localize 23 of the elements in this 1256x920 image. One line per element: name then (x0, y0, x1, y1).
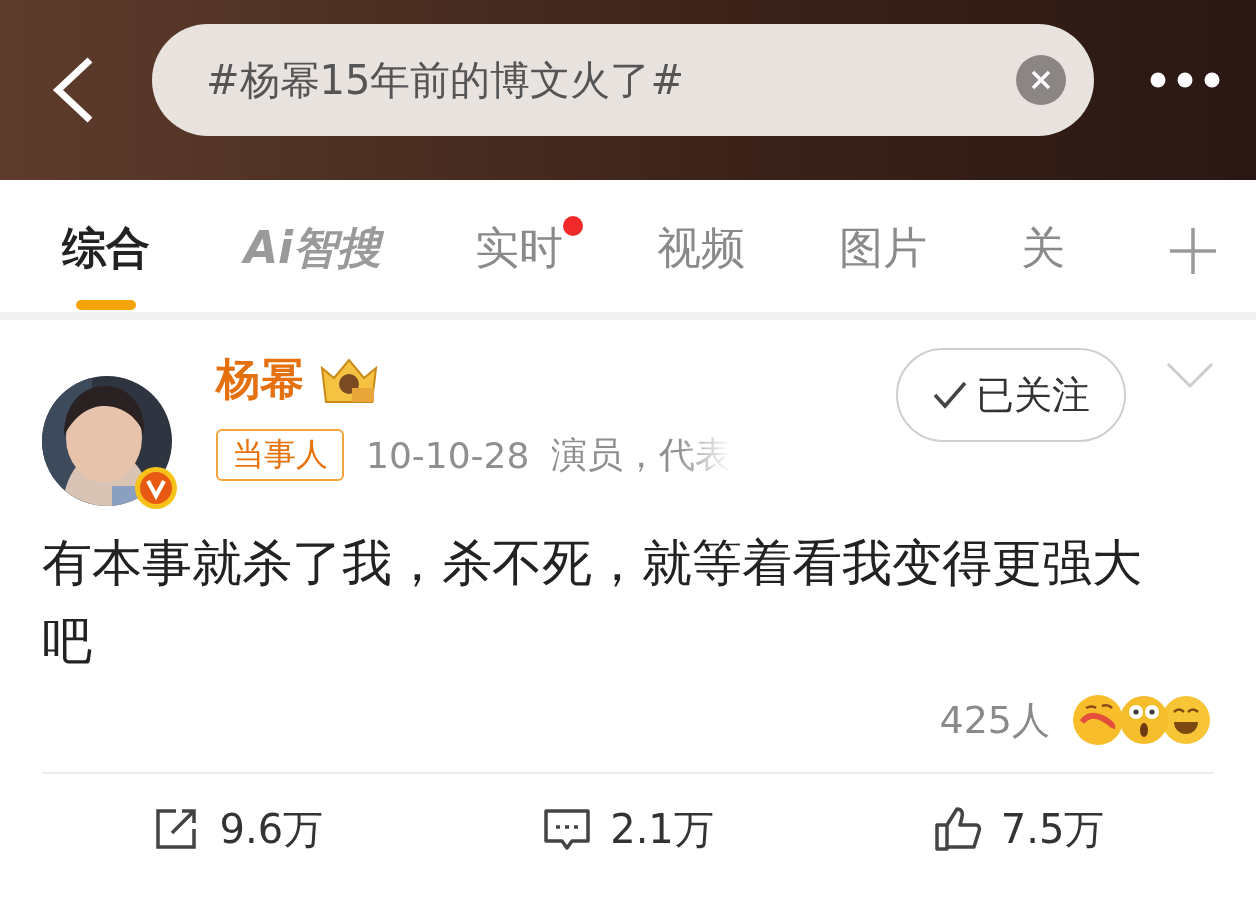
user-name[interactable]: 杨幂 (216, 350, 304, 409)
more-icon[interactable] (1150, 72, 1220, 88)
tab[interactable]: 关 (1021, 222, 1066, 310)
add-icon[interactable] (1170, 228, 1216, 274)
role-tag: 当事人 (216, 429, 344, 481)
reaction-emoji-icon (1072, 694, 1212, 746)
like-button[interactable]: 7.5万 (823, 800, 1214, 858)
clear-icon[interactable] (1016, 55, 1066, 105)
search-field[interactable]: #杨幂15年前的博文火了# (204, 56, 1016, 104)
check-icon (932, 380, 968, 410)
tab[interactable]: 实时 (475, 222, 564, 310)
follow-button[interactable]: 已关注 (896, 348, 1126, 442)
tab[interactable]: 图片 (839, 222, 928, 310)
reaction-count: 425人 (939, 696, 1050, 744)
search-bar[interactable]: #杨幂15年前的博文火了# (152, 24, 1094, 136)
tab[interactable]: 视频 (657, 222, 746, 310)
post-text: 有本事就杀了我，杀不死，就等着看我变得更强大吧 (42, 533, 1143, 672)
comment-button[interactable]: 2.1万 (432, 800, 824, 858)
post-date: 10-10-28 (366, 434, 530, 476)
tab[interactable]: 综合 (62, 222, 150, 310)
thumbs-up-icon (932, 805, 983, 853)
repost-button[interactable]: 9.6万 (42, 800, 433, 858)
user-bio: 演员，代表 (551, 432, 732, 477)
